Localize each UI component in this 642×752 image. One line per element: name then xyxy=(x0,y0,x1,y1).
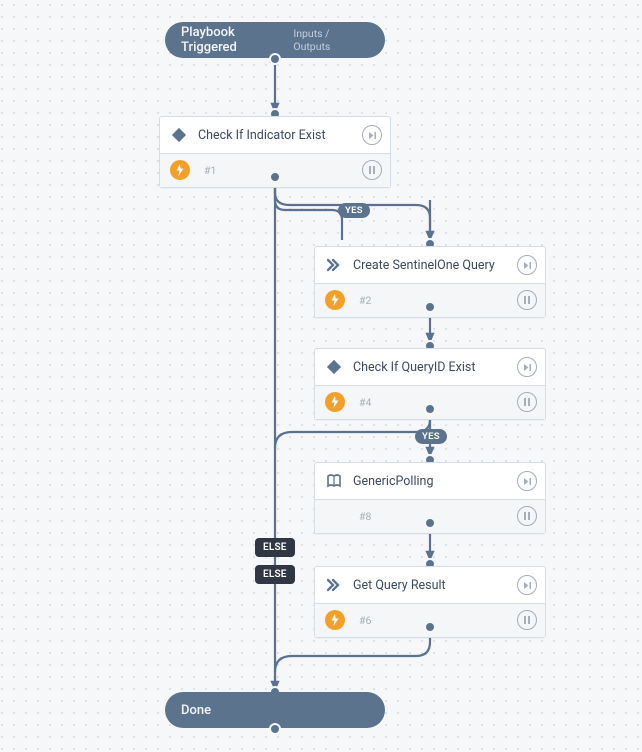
skip-icon[interactable] xyxy=(517,575,537,595)
playbook-canvas: Playbook Triggered Inputs / Outputs Chec… xyxy=(0,0,642,752)
task-index: #4 xyxy=(359,396,371,409)
port-out[interactable] xyxy=(424,517,436,529)
pause-icon[interactable] xyxy=(517,290,537,310)
pause-icon[interactable] xyxy=(517,506,537,526)
port-out[interactable] xyxy=(269,171,281,183)
diamond-icon xyxy=(325,358,343,376)
edge-label-else: ELSE xyxy=(255,538,295,557)
port-out[interactable] xyxy=(424,403,436,415)
task-index: #1 xyxy=(204,164,216,177)
bolt-icon xyxy=(170,160,190,180)
skip-icon[interactable] xyxy=(362,125,382,145)
task-title: Create SentinelOne Query xyxy=(353,258,495,273)
pause-icon[interactable] xyxy=(362,160,382,180)
bolt-icon xyxy=(325,290,345,310)
start-label: Playbook Triggered xyxy=(181,25,293,55)
diamond-icon xyxy=(170,126,188,144)
task-title: GenericPolling xyxy=(353,474,433,489)
task-index: #2 xyxy=(359,294,371,307)
chevrons-icon xyxy=(325,256,343,274)
skip-icon[interactable] xyxy=(517,255,537,275)
task-title: Check If Indicator Exist xyxy=(198,128,326,143)
start-sublabel: Inputs / Outputs xyxy=(293,27,369,53)
skip-icon[interactable] xyxy=(517,471,537,491)
task-index: #8 xyxy=(359,510,371,523)
port-out[interactable] xyxy=(424,621,436,633)
bolt-icon xyxy=(325,610,345,630)
edge-label-yes: YES xyxy=(415,429,447,444)
bolt-icon xyxy=(325,392,345,412)
end-label: Done xyxy=(181,703,211,718)
edge-label-else: ELSE xyxy=(255,565,295,584)
pause-icon[interactable] xyxy=(517,392,537,412)
edge-label-yes: YES xyxy=(338,203,370,218)
chevrons-icon xyxy=(325,576,343,594)
port-out[interactable] xyxy=(269,53,281,65)
port-out[interactable] xyxy=(269,723,281,735)
task-title: Get Query Result xyxy=(353,578,446,593)
task-title: Check If QueryID Exist xyxy=(353,360,475,375)
book-icon xyxy=(325,472,343,490)
task-index: #6 xyxy=(359,614,371,627)
skip-icon[interactable] xyxy=(517,357,537,377)
port-out[interactable] xyxy=(424,301,436,313)
pause-icon[interactable] xyxy=(517,610,537,630)
